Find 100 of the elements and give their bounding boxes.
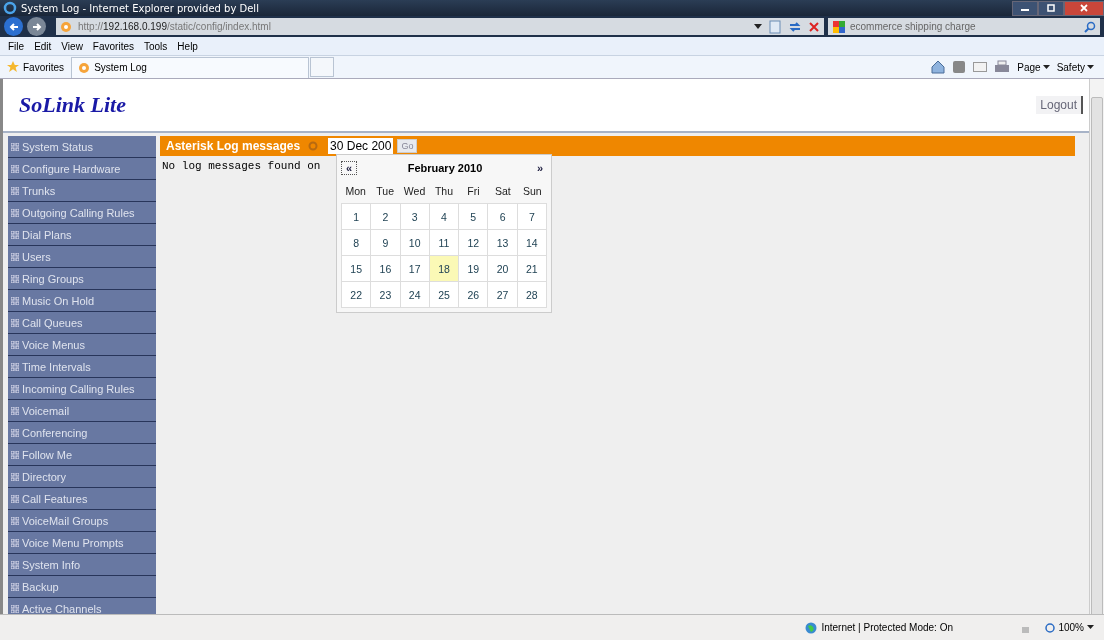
grid-icon: [11, 582, 19, 591]
dropdown-icon[interactable]: [754, 23, 762, 30]
refresh-icon[interactable]: [788, 19, 802, 34]
grid-icon: [11, 384, 19, 393]
menu-item[interactable]: File: [8, 40, 25, 52]
favorites-button[interactable]: Favorites: [6, 60, 65, 74]
sidebar-item[interactable]: Call Queues: [8, 312, 156, 334]
calendar-day[interactable]: 27: [488, 282, 518, 308]
print-icon[interactable]: [994, 60, 1011, 74]
sidebar-item[interactable]: Voice Menus: [8, 334, 156, 356]
calendar-day[interactable]: 2: [371, 204, 401, 230]
feed-icon[interactable]: [952, 60, 967, 74]
search-icon[interactable]: [1084, 20, 1096, 33]
calendar-day[interactable]: 4: [429, 204, 460, 230]
calendar-day[interactable]: 16: [371, 256, 401, 282]
weekday-label: Sat: [493, 185, 512, 197]
calendar-day[interactable]: 5: [459, 204, 489, 230]
calendar-day[interactable]: 14: [517, 230, 547, 256]
logout-button[interactable]: Logout: [1036, 96, 1083, 114]
globe-icon: [805, 621, 818, 634]
calendar-day[interactable]: 28: [517, 282, 547, 308]
calendar-day[interactable]: 10: [400, 230, 430, 256]
mail-icon[interactable]: [973, 62, 988, 72]
sidebar-item[interactable]: Time Intervals: [8, 356, 156, 378]
sidebar-item[interactable]: Voicemail: [8, 400, 156, 422]
stop-icon[interactable]: [808, 20, 820, 33]
grid-icon: [11, 164, 19, 173]
sidebar-item[interactable]: System Info: [8, 554, 156, 576]
url-text: http://192.168.0.199/static/config/index.html: [78, 21, 271, 32]
calendar-day[interactable]: 11: [429, 230, 460, 256]
calendar-day[interactable]: 26: [459, 282, 489, 308]
calendar-day[interactable]: 9: [371, 230, 401, 256]
back-button[interactable]: [4, 17, 23, 36]
grid-icon: [11, 186, 19, 195]
calendar-day[interactable]: 17: [400, 256, 430, 282]
sidebar-item[interactable]: Directory: [8, 466, 156, 488]
sidebar-item[interactable]: Outgoing Calling Rules: [8, 202, 156, 224]
calendar-day[interactable]: 15: [342, 256, 372, 282]
calendar-day[interactable]: 6: [488, 204, 518, 230]
menu-item[interactable]: Help: [177, 40, 198, 52]
sidebar-item[interactable]: Conferencing: [8, 422, 156, 444]
calendar-day[interactable]: 25: [429, 282, 460, 308]
sidebar-item[interactable]: VoiceMail Groups: [8, 510, 156, 532]
sidebar-item[interactable]: Trunks: [8, 180, 156, 202]
sidebar-item[interactable]: Call Features: [8, 488, 156, 510]
menu-item[interactable]: View: [61, 40, 83, 52]
menu-item[interactable]: Tools: [144, 40, 168, 52]
close-button[interactable]: [1064, 0, 1104, 16]
calendar-day[interactable]: 19: [459, 256, 489, 282]
menu-item[interactable]: Edit: [34, 40, 52, 52]
home-icon[interactable]: [931, 60, 946, 74]
search-field[interactable]: ecommerce shipping charge: [828, 18, 1100, 35]
grid-icon: [11, 494, 19, 503]
date-field[interactable]: 30 Dec 200: [328, 138, 394, 154]
scrollbar[interactable]: [1089, 79, 1104, 614]
log-message: No log messages found on: [161, 159, 322, 174]
maximize-icon: [1047, 4, 1055, 12]
sidebar-item[interactable]: Configure Hardware: [8, 158, 156, 180]
command-menu[interactable]: Page: [1017, 61, 1050, 73]
menu-item[interactable]: Favorites: [92, 40, 134, 52]
calendar-day[interactable]: 20: [488, 256, 518, 282]
calendar-day[interactable]: 23: [371, 282, 401, 308]
sidebar-item[interactable]: System Status: [8, 136, 156, 158]
forward-button[interactable]: [27, 17, 46, 36]
logo-text: SoLink Lite: [19, 92, 126, 118]
calendar-day[interactable]: 8: [342, 230, 372, 256]
calendar-day[interactable]: 13: [488, 230, 518, 256]
grid-icon: [11, 472, 19, 481]
grid-icon: [11, 340, 19, 349]
calendar-day[interactable]: 24: [400, 282, 430, 308]
address-field[interactable]: http://192.168.0.199/static/config/index.html: [56, 18, 824, 35]
calendar-day[interactable]: 21: [517, 256, 547, 282]
calendar-day[interactable]: 7: [517, 204, 547, 230]
sidebar-item[interactable]: Follow Me: [8, 444, 156, 466]
sidebar-item[interactable]: Ring Groups: [8, 268, 156, 290]
sidebar-item[interactable]: Incoming Calling Rules: [8, 378, 156, 400]
maximize-button[interactable]: [1038, 0, 1064, 16]
zoom-control[interactable]: 100%: [1045, 622, 1094, 633]
window-title: System Log - Internet Explorer provided by Dell: [21, 2, 259, 14]
next-month-button[interactable]: »: [532, 162, 547, 174]
grid-icon: [11, 230, 19, 239]
calendar-day[interactable]: 3: [400, 204, 430, 230]
browser-tab[interactable]: System Log: [71, 56, 310, 78]
sidebar-item[interactable]: Users: [8, 246, 156, 268]
sidebar-item[interactable]: Voice Menu Prompts: [8, 532, 156, 554]
grid-icon: [11, 296, 19, 305]
sidebar-item[interactable]: Backup: [8, 576, 156, 598]
minimize-button[interactable]: [1012, 0, 1038, 16]
weekday-label: Fri: [466, 185, 481, 197]
calendar-day[interactable]: 12: [459, 230, 489, 256]
weekday-label: Thu: [433, 185, 455, 197]
weekday-label: Mon: [344, 185, 367, 197]
calendar-day[interactable]: 1: [342, 204, 372, 230]
calendar-day[interactable]: 22: [342, 282, 372, 308]
grid-icon: [11, 406, 19, 415]
caret-icon: [1042, 64, 1050, 70]
command-menu[interactable]: Safety: [1056, 61, 1094, 73]
sidebar-item[interactable]: Active Channels: [8, 598, 156, 614]
previous-month-button[interactable]: «: [341, 161, 358, 175]
calendar-day[interactable]: 18: [429, 256, 460, 282]
